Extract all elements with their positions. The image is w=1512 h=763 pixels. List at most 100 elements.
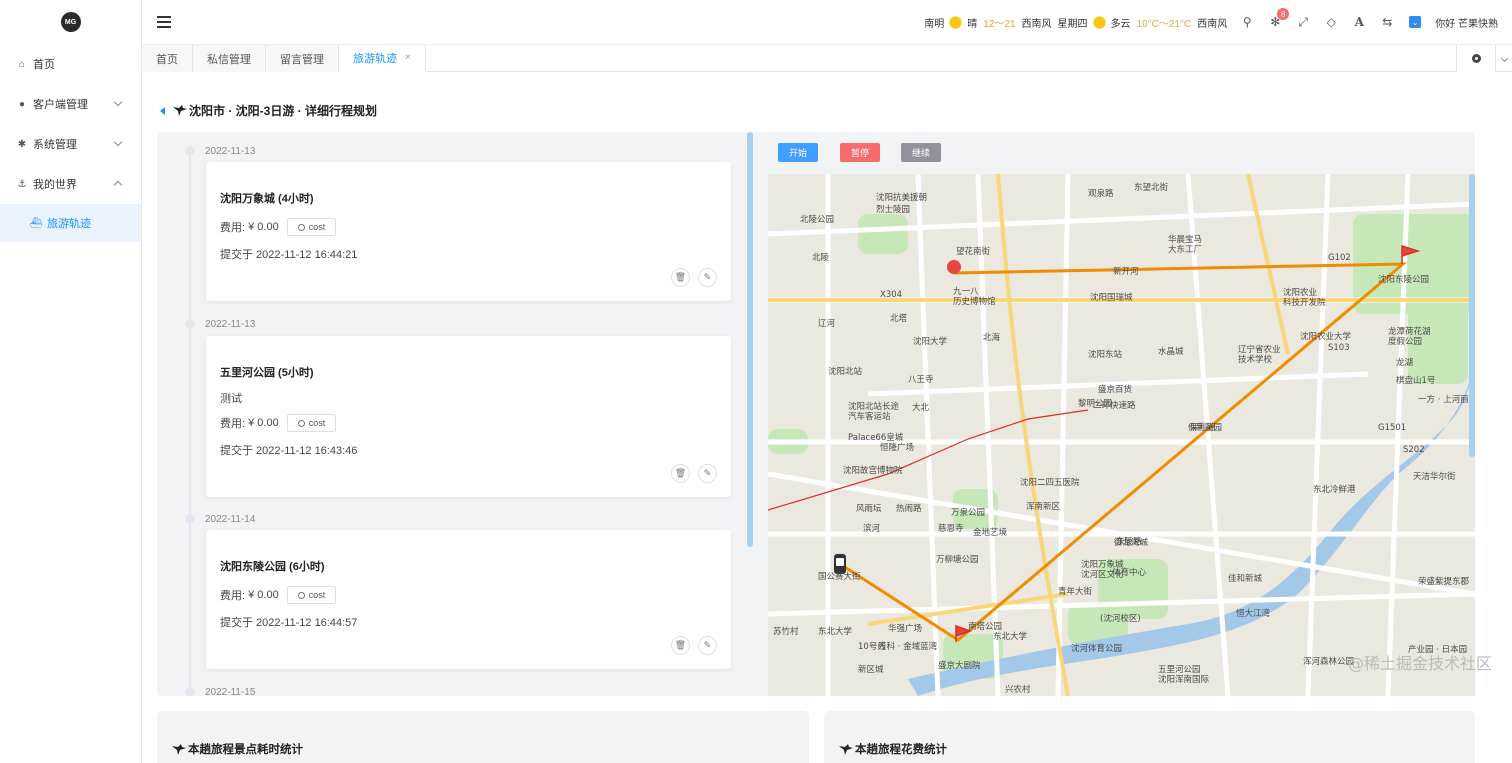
cost-circle-icon: [297, 419, 305, 427]
map-label: 观泉路: [1088, 188, 1114, 199]
itinerary-panel: 2022-11-13 沈阳万象城 (4小时) 费用: ¥ 0.00 cost 提…: [157, 132, 1475, 696]
map-label: 恒隆广场: [880, 442, 914, 453]
map-canvas[interactable]: 沈阳抗美援朝烈士陵园北陵公园北陵 东望北街华晨宝马大东工厂 望花南街九一八历史博物馆…: [768, 174, 1475, 696]
weather-day: 星期四: [1057, 18, 1088, 30]
map-label: 二环快速路: [1093, 400, 1136, 411]
page-title-text: 沈阳市 · 沈阳-3日游 · 详细行程规划: [189, 104, 377, 118]
tab-home[interactable]: 首页: [142, 45, 193, 72]
card-title: 沈阳东陵公园 (6小时): [220, 561, 325, 573]
edit-icon[interactable]: ✎: [698, 464, 717, 483]
route-map[interactable]: 沈阳抗美援朝 烈士陵园 北陵公园 北陵 东望北街 华晨宝马 大东工厂 望花南街 九一八 历史博物馆…: [768, 174, 1475, 696]
sidebar-item-client-management[interactable]: ● 客户端管理: [0, 84, 141, 124]
diamond-icon[interactable]: ◇: [1323, 14, 1339, 30]
map-label: S202: [1403, 445, 1425, 455]
pause-button[interactable]: 暂停: [840, 143, 880, 162]
cost-button[interactable]: cost: [286, 218, 337, 236]
map-label: 沈阳大学: [913, 336, 948, 347]
translate-icon[interactable]: ⇆: [1379, 14, 1395, 30]
map-label: 沈阳东陵公园: [1378, 274, 1429, 285]
map-label: Palace66皇城: [848, 432, 904, 443]
card-title: 五里河公园 (5小时): [220, 367, 314, 379]
cost-button-label: cost: [308, 222, 326, 232]
map-label: 沈阳农业大学: [1300, 331, 1352, 342]
sidebar-item-system-management[interactable]: ✱ 系统管理: [0, 124, 141, 164]
map-label: 北塔: [890, 313, 908, 324]
chevron-down-icon: [113, 137, 123, 147]
timeline-date: 2022-11-14: [205, 514, 256, 525]
cost-label: 费用:: [220, 418, 246, 430]
card-actions: 🗑 ✎: [671, 636, 717, 655]
sidebar-item-travel-track[interactable]: ⛴ 旅游轨迹: [0, 204, 141, 242]
map-label: 望花南街: [956, 246, 991, 257]
map-label: 沈阳国瑞城: [1090, 292, 1133, 303]
map-label: (沈河校区): [1100, 613, 1141, 624]
sidebar-item-home[interactable]: ⌂ 首页: [0, 44, 141, 84]
cost-label: 费用:: [220, 590, 246, 602]
map-label: 一方 · 上河丽: [1418, 394, 1469, 405]
map-label: 沈阳北站: [828, 366, 863, 377]
fullscreen-icon[interactable]: ⤢: [1295, 14, 1311, 30]
weather-condition: 晴: [967, 18, 978, 30]
resume-button[interactable]: 继续: [901, 143, 941, 162]
map-label: 万柳塘公园: [936, 554, 979, 565]
search-icon[interactable]: ⚲: [1239, 14, 1255, 30]
edit-icon[interactable]: ✎: [698, 268, 717, 287]
start-button[interactable]: 开始: [778, 143, 818, 162]
map-label: 浑河森林公园: [1303, 656, 1354, 667]
cost-value: ¥ 0.00: [248, 221, 279, 233]
app-logo[interactable]: MG: [60, 12, 81, 32]
card-cost: 费用: ¥ 0.00 cost: [220, 586, 337, 604]
tab-options-button[interactable]: [1456, 45, 1496, 72]
collapse-arrow-icon[interactable]: [160, 106, 165, 115]
timeline-scrollbar[interactable]: [747, 132, 753, 547]
chevron-down-icon[interactable]: [1500, 54, 1509, 63]
weather-wind: 西南风: [1021, 18, 1052, 30]
map-label: 沈河体育公园: [1071, 643, 1122, 654]
tab-travel-track[interactable]: 旅游轨迹 ×: [339, 45, 426, 72]
delete-icon[interactable]: 🗑: [671, 636, 690, 655]
card-submitted: 提交于 2022-11-12 16:44:21: [220, 249, 358, 261]
map-label: 荣盛紫提东郡: [1418, 576, 1470, 587]
timeline-dot: [185, 146, 195, 156]
map-label: 水晶城: [1158, 346, 1184, 357]
user-avatar-icon[interactable]: ⌄: [1407, 14, 1423, 30]
card-title: 沈阳万象城 (4小时): [220, 193, 314, 205]
map-label: 沈阳北站长途: [848, 401, 900, 412]
map-scrollbar[interactable]: [1469, 174, 1475, 457]
sidebar-item-my-world[interactable]: ⚓ 我的世界: [0, 164, 141, 204]
itinerary-card: 沈阳万象城 (4小时) 费用: ¥ 0.00 cost 提交于 2022-11-…: [206, 162, 731, 301]
map-label: 度假公园: [1388, 336, 1422, 347]
timeline-date: 2022-11-13: [205, 319, 256, 330]
cost-button[interactable]: cost: [286, 586, 337, 604]
card-submitted: 提交于 2022-11-12 16:44:57: [220, 617, 358, 629]
itinerary-card: 沈阳东陵公园 (6小时) 费用: ¥ 0.00 cost 提交于 2022-11…: [206, 530, 731, 669]
map-label: G1501: [1378, 423, 1406, 433]
map-label: 辽宁省农业: [1238, 344, 1281, 355]
user-greeting[interactable]: 你好 芒果快熟: [1435, 15, 1498, 30]
page-title: 沈阳市 · 沈阳-3日游 · 详细行程规划: [160, 102, 377, 119]
menu-toggle-icon[interactable]: [157, 16, 171, 28]
sidebar-item-label: 我的世界: [33, 179, 77, 191]
edit-icon[interactable]: ✎: [698, 636, 717, 655]
chevron-up-icon: [113, 180, 123, 190]
anchor-icon: ⚓: [17, 178, 27, 190]
tab-label: 私信管理: [207, 53, 251, 66]
cost-circle-icon: [297, 223, 305, 231]
timeline-dot: [185, 514, 195, 524]
timeline[interactable]: 2022-11-13 沈阳万象城 (4小时) 费用: ¥ 0.00 cost 提…: [157, 132, 749, 696]
ship-icon: ⛴: [29, 217, 43, 229]
tab-comments[interactable]: 留言管理: [266, 45, 339, 72]
tab-messages[interactable]: 私信管理: [193, 45, 266, 72]
delete-icon[interactable]: 🗑: [671, 268, 690, 287]
cost-button-label: cost: [308, 418, 326, 428]
stats-title-text: 本趟旅程景点耗时统计: [188, 744, 303, 756]
font-size-icon[interactable]: A: [1351, 14, 1367, 30]
cost-button[interactable]: cost: [286, 414, 337, 432]
chevron-down-icon: [113, 97, 123, 107]
bird-icon: [173, 105, 187, 116]
bug-icon[interactable]: ✻ 8: [1267, 8, 1290, 30]
weather-temp-2: 10°C～21°C: [1136, 18, 1192, 30]
close-icon[interactable]: ×: [405, 52, 411, 63]
weather-wind-2: 西南风: [1197, 18, 1228, 30]
delete-icon[interactable]: 🗑: [671, 464, 690, 483]
